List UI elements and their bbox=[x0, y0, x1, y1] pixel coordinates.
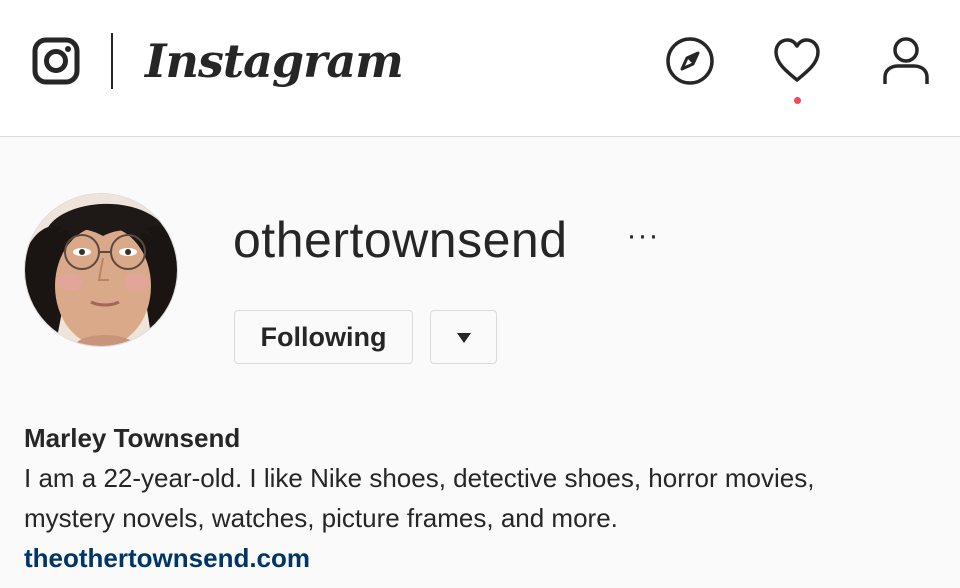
suggestions-dropdown-button[interactable] bbox=[430, 310, 497, 364]
profile-bio: I am a 22-year-old. I like Nike shoes, d… bbox=[24, 458, 944, 538]
notification-dot bbox=[794, 97, 801, 104]
activity-heart-icon[interactable] bbox=[772, 36, 822, 86]
profile-person-icon[interactable] bbox=[881, 36, 931, 86]
instagram-wordmark[interactable]: Instagram bbox=[145, 30, 404, 100]
bio-line: mystery novels, watches, picture frames,… bbox=[24, 503, 618, 533]
logo-divider bbox=[111, 33, 113, 89]
caret-down-icon bbox=[457, 333, 471, 343]
bio-line: I am a 22-year-old. I like Nike shoes, d… bbox=[24, 463, 815, 493]
more-options-button[interactable]: ··· bbox=[622, 218, 664, 258]
following-button[interactable]: Following bbox=[234, 310, 413, 364]
instagram-glyph-icon[interactable] bbox=[32, 37, 80, 85]
top-nav-bar: Instagram bbox=[0, 0, 960, 137]
profile-website-link[interactable]: theothertownsend.com bbox=[24, 540, 310, 576]
profile-avatar[interactable] bbox=[24, 193, 178, 347]
profile-username: othertownsend bbox=[233, 212, 568, 268]
explore-compass-icon[interactable] bbox=[665, 36, 715, 86]
profile-full-name: Marley Townsend bbox=[24, 423, 241, 453]
avatar-illustration bbox=[25, 194, 177, 346]
